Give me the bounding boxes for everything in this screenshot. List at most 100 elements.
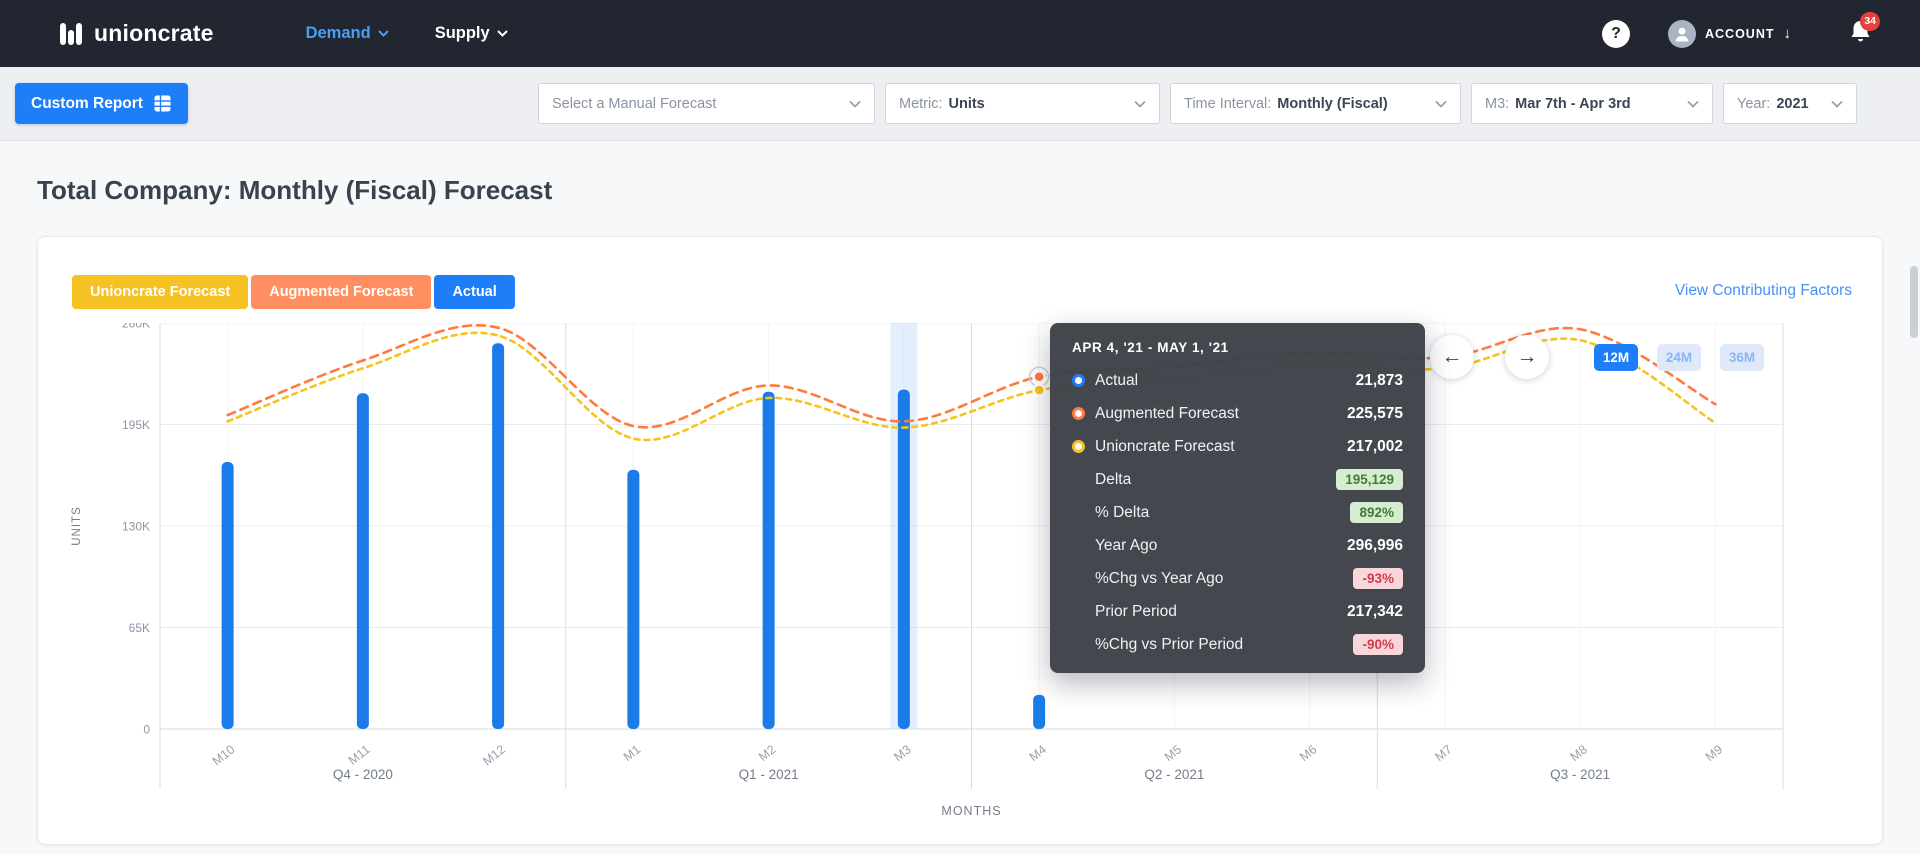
x-tick-label-M1: M1 xyxy=(621,742,643,764)
nav-item-supply[interactable]: Supply xyxy=(435,24,508,43)
tooltip-row-value: 296,996 xyxy=(1347,537,1403,555)
dropdown-prefix: Time Interval: xyxy=(1184,96,1271,112)
tooltip-row-badge: -93% xyxy=(1353,568,1403,589)
custom-report-button[interactable]: Custom Report xyxy=(15,83,188,124)
top-navbar: unioncrate Demand Supply ? xyxy=(0,0,1920,67)
chevron-down-icon xyxy=(1821,100,1843,108)
forecast-chart: 065K130K195K260KM10M11M12M1M2M3M4M5M6M7M… xyxy=(38,323,1882,833)
quarter-label: Q2 - 2021 xyxy=(1144,767,1204,782)
tooltip-row-value: 21,873 xyxy=(1356,372,1403,390)
tooltip-row-label: Augmented Forecast xyxy=(1095,405,1239,423)
quarter-label: Q3 - 2021 xyxy=(1550,767,1610,782)
view-contributing-factors-link[interactable]: View Contributing Factors xyxy=(1675,282,1852,300)
chart-next-button[interactable]: → xyxy=(1505,335,1549,379)
y-tick-label: 195K xyxy=(122,418,150,432)
dropdown-year[interactable]: Year:2021 xyxy=(1723,83,1857,124)
dropdown-value: Units xyxy=(949,96,985,112)
nav-item-demand-label: Demand xyxy=(306,24,371,43)
dropdown-value: Select a Manual Forecast xyxy=(552,96,716,112)
help-icon[interactable]: ? xyxy=(1602,20,1630,48)
custom-report-label: Custom Report xyxy=(31,95,143,113)
series-dot-icon xyxy=(1072,407,1095,420)
dropdown-manual-forecast[interactable]: Select a Manual Forecast xyxy=(538,83,875,124)
bar-M12[interactable] xyxy=(492,343,504,729)
chevron-down-icon xyxy=(839,100,861,108)
tooltip-row: Unioncrate Forecast217,002 xyxy=(1072,430,1403,463)
main-content: Total Company: Monthly (Fiscal) Forecast… xyxy=(0,175,1920,845)
unioncrate-logo[interactable]: unioncrate xyxy=(58,20,214,47)
bar-M2[interactable] xyxy=(763,392,775,729)
range-button-36m[interactable]: 36M xyxy=(1720,344,1764,371)
dropdown-prefix: M3: xyxy=(1485,96,1509,112)
tooltip-row: Delta 195,129 xyxy=(1072,463,1403,496)
tooltip-row-badge: -90% xyxy=(1353,634,1403,655)
x-tick-label-M11: M11 xyxy=(346,742,373,767)
x-tick-label-M9: M9 xyxy=(1703,742,1725,764)
chevron-down-icon xyxy=(1425,100,1447,108)
dropdown-period[interactable]: M3: Mar 7th - Apr 3rd xyxy=(1471,83,1713,124)
y-tick-label: 65K xyxy=(129,621,150,635)
bar-M11[interactable] xyxy=(357,393,369,729)
y-tick-label: 130K xyxy=(122,520,150,534)
dropdown-metric[interactable]: Metric: Units xyxy=(885,83,1160,124)
legend-button-unioncrate-forecast[interactable]: Unioncrate Forecast xyxy=(72,275,248,309)
bar-M1[interactable] xyxy=(627,470,639,729)
tooltip-row-value: 217,342 xyxy=(1347,603,1403,621)
dropdown-value: Monthly (Fiscal) xyxy=(1277,96,1387,112)
legend-button-actual[interactable]: Actual xyxy=(434,275,514,309)
page-scrollbar-thumb[interactable] xyxy=(1910,266,1918,338)
tooltip-row-badge: 892% xyxy=(1350,502,1403,523)
bar-M3[interactable] xyxy=(898,390,910,729)
dropdown-time-interval[interactable]: Time Interval: Monthly (Fiscal) xyxy=(1170,83,1461,124)
tooltip-row: Actual 21,873 xyxy=(1072,364,1403,397)
tooltip-row: Augmented Forecast225,575 xyxy=(1072,397,1403,430)
chevron-down-icon xyxy=(1124,100,1146,108)
chevron-down-icon xyxy=(497,30,508,37)
chart-canvas: 065K130K195K260KM10M11M12M1M2M3M4M5M6M7M… xyxy=(38,323,1882,833)
x-tick-label-M10: M10 xyxy=(210,742,238,768)
series-dot-icon xyxy=(1072,374,1095,387)
tooltip-row: %Chg vs Prior Period-90% xyxy=(1072,628,1403,661)
x-tick-label-M3: M3 xyxy=(891,742,913,764)
main-nav: Demand Supply xyxy=(306,24,508,43)
x-tick-label-M6: M6 xyxy=(1297,742,1319,764)
legend-button-augmented-forecast[interactable]: Augmented Forecast xyxy=(251,275,431,309)
bar-M10[interactable] xyxy=(222,462,234,729)
x-tick-label-M4: M4 xyxy=(1027,742,1049,764)
tooltip-row-value: 217,002 xyxy=(1347,438,1403,456)
bar-M4[interactable] xyxy=(1033,695,1045,729)
tooltip-rows: Actual 21,873 Augmented Forecast225,575Uni… xyxy=(1072,364,1403,661)
chevron-down-icon xyxy=(378,30,389,37)
tooltip-row-label: Actual xyxy=(1095,372,1138,390)
range-button-24m[interactable]: 24M xyxy=(1657,344,1701,371)
page-title: Total Company: Monthly (Fiscal) Forecast xyxy=(37,175,1883,206)
tooltip-row: %Chg vs Year Ago-93% xyxy=(1072,562,1403,595)
series-dot-icon xyxy=(1072,407,1085,420)
dropdown-prefix: Metric: xyxy=(899,96,943,112)
x-axis-title: MONTHS xyxy=(941,804,1001,818)
series-dot-icon xyxy=(1072,374,1085,387)
notifications-button[interactable]: 34 xyxy=(1849,19,1872,49)
tooltip-row-label: Delta xyxy=(1095,471,1131,489)
y-tick-label: 0 xyxy=(143,723,150,737)
x-tick-label-M8: M8 xyxy=(1568,742,1590,764)
dropdown-value: Mar 7th - Apr 3rd xyxy=(1515,96,1630,112)
tooltip-row: Prior Period 217,342 xyxy=(1072,595,1403,628)
tooltip-row-badge: 195,129 xyxy=(1336,469,1403,490)
chart-prev-button[interactable]: ← xyxy=(1430,335,1474,379)
arrow-down-icon: ↓ xyxy=(1784,25,1792,42)
brand-name: unioncrate xyxy=(94,20,214,47)
account-menu[interactable]: ACCOUNT ↓ xyxy=(1668,20,1791,48)
y-tick-label: 260K xyxy=(122,323,150,331)
quarter-label: Q4 - 2020 xyxy=(333,767,393,782)
tooltip-row: % Delta892% xyxy=(1072,496,1403,529)
unioncrate-logo-icon xyxy=(58,21,84,47)
tooltip-row-label: Year Ago xyxy=(1095,537,1157,555)
series-dot-icon xyxy=(1072,440,1085,453)
range-toggle-group: 12M 24M 36M xyxy=(1594,344,1764,371)
tooltip-row-label: Prior Period xyxy=(1095,603,1177,621)
avatar xyxy=(1668,20,1696,48)
range-button-12m[interactable]: 12M xyxy=(1594,344,1638,371)
nav-item-demand[interactable]: Demand xyxy=(306,24,389,43)
tooltip-row: Year Ago 296,996 xyxy=(1072,529,1403,562)
